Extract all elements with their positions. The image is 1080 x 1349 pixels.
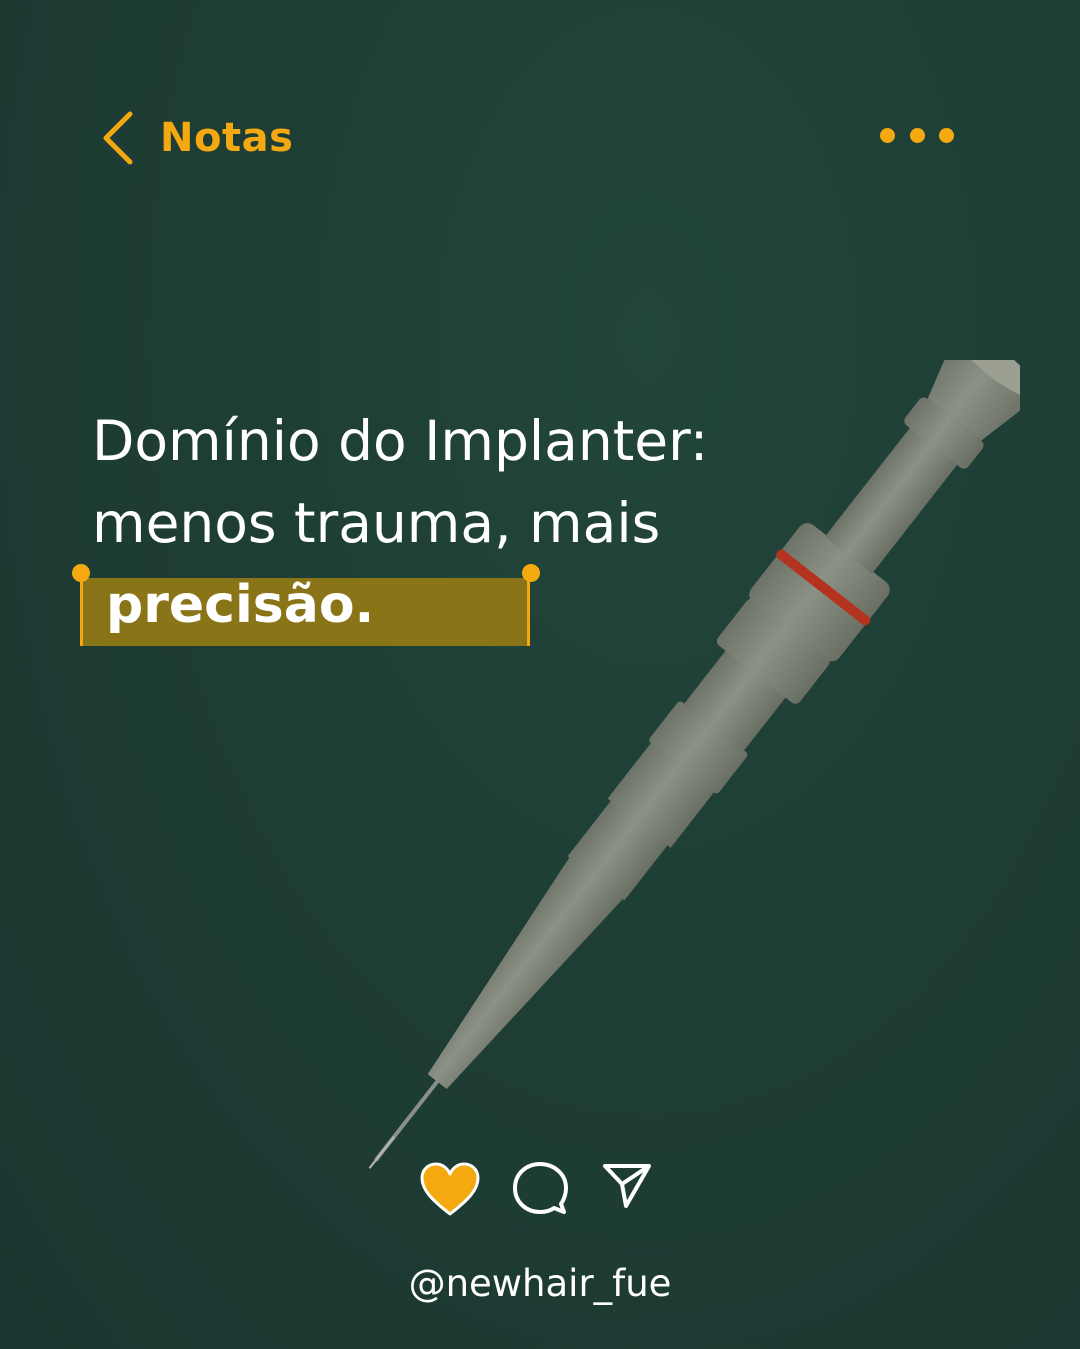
comment-button[interactable]: [512, 1160, 568, 1218]
like-button[interactable]: [418, 1160, 482, 1218]
comment-icon: [513, 1162, 568, 1214]
share-button[interactable]: [602, 1160, 652, 1210]
more-dot: [880, 127, 895, 143]
more-dot: [939, 127, 954, 143]
action-bar: [418, 1160, 658, 1222]
top-bar: Notas: [0, 0, 1080, 200]
highlighted-word: precisão.: [106, 575, 375, 635]
chevron-left-icon: [103, 111, 133, 165]
back-button[interactable]: Notas: [100, 108, 293, 168]
account-handle[interactable]: @newhair_fue: [0, 1262, 1080, 1305]
headline: Domínio do Implanter: menos trauma, mais: [92, 400, 812, 564]
back-label: Notas: [160, 115, 294, 161]
selection-handle-left: [72, 564, 90, 582]
more-dot: [909, 127, 925, 143]
selection-handle-right: [522, 564, 540, 582]
heart-icon: [420, 1162, 480, 1216]
headline-line-1: Domínio do Implanter:: [92, 409, 709, 473]
more-options-button[interactable]: [880, 122, 954, 148]
headline-line-2: menos trauma, mais: [92, 491, 661, 555]
send-icon: [603, 1164, 651, 1208]
